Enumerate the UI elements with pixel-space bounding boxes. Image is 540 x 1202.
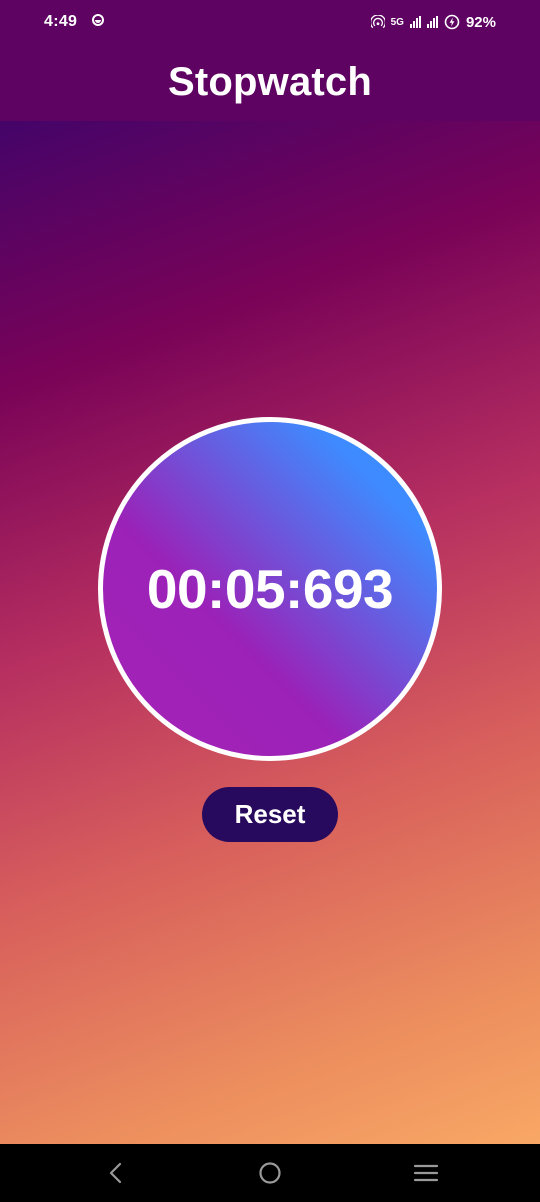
navigation-bar (0, 1144, 540, 1202)
status-icons: 5G 92% (370, 12, 496, 32)
status-time: 4:49 (44, 13, 78, 30)
home-icon[interactable] (258, 1161, 282, 1185)
stopwatch-dial[interactable]: 00:05:693 (98, 417, 442, 761)
reset-button[interactable]: Reset (202, 787, 338, 842)
page-title: Stopwatch (167, 60, 373, 104)
signal-icon (426, 16, 438, 28)
battery-saver-icon (444, 14, 460, 30)
battery-percentage: 92% (465, 13, 496, 31)
hotspot-icon (370, 15, 385, 29)
back-icon[interactable] (104, 1161, 128, 1185)
app-bar: Stopwatch (0, 44, 540, 121)
menu-icon[interactable] (413, 1161, 439, 1185)
notification-icon (92, 14, 104, 26)
network-type: 5G (390, 16, 404, 28)
status-bar: 4:49 5G 92% (0, 0, 540, 44)
elapsed-time-display: 00:05:693 (146, 557, 394, 620)
signal-icon (409, 16, 421, 28)
